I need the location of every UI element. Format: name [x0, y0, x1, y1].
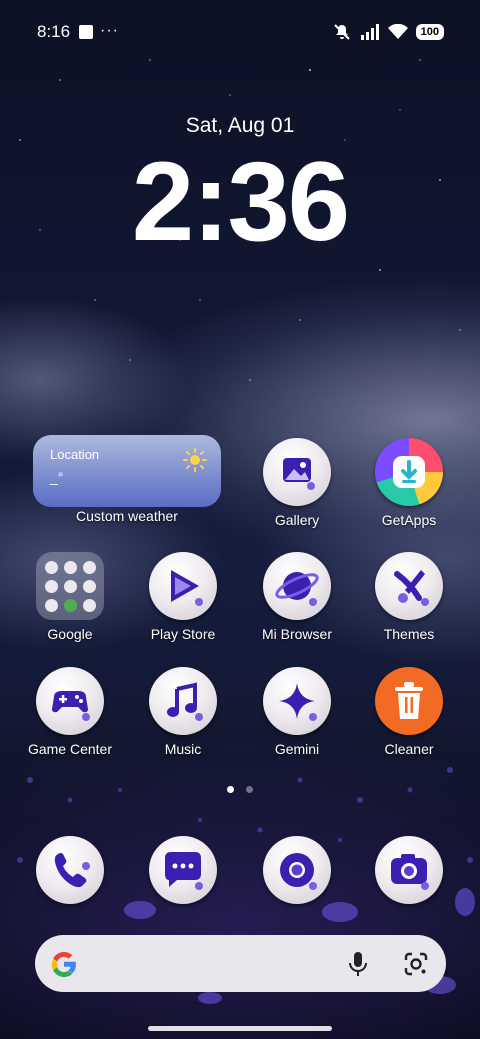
app-label: Themes: [383, 626, 435, 642]
music-icon: [149, 667, 217, 735]
signal-icon: [360, 24, 379, 40]
camera-icon: [375, 836, 443, 904]
gemini-icon: [263, 667, 331, 735]
app-gallery[interactable]: Gallery: [242, 438, 352, 528]
dock-camera[interactable]: [354, 836, 464, 904]
mute-vibrate-icon: [333, 24, 350, 40]
weather-temperature: _°: [50, 469, 64, 485]
play-store-icon: [149, 552, 217, 620]
app-cleaner[interactable]: Cleaner: [354, 667, 464, 757]
folder-google[interactable]: Google: [15, 552, 125, 642]
app-gemini[interactable]: Gemini: [242, 667, 352, 757]
browser-icon: [263, 552, 331, 620]
status-bar: 8:16 ··· 100: [0, 0, 480, 64]
app-label: Gallery: [274, 512, 320, 528]
wifi-icon: [387, 24, 408, 39]
app-label: Cleaner: [384, 741, 434, 757]
app-themes[interactable]: Themes: [354, 552, 464, 642]
weather-widget-label: Custom weather: [76, 508, 178, 524]
app-game-center[interactable]: Game Center: [15, 667, 125, 757]
sun-icon: [183, 448, 207, 472]
google-lens-icon[interactable]: [403, 951, 429, 977]
app-label: GetApps: [381, 512, 437, 528]
app-label: Google: [47, 626, 93, 642]
clock-widget[interactable]: 2:36: [0, 146, 480, 258]
gesture-navigation-bar[interactable]: [148, 1026, 332, 1031]
status-time: 8:16: [37, 22, 71, 41]
app-play-store[interactable]: Play Store: [128, 552, 238, 642]
dock-phone[interactable]: [15, 836, 125, 904]
trash-icon: [375, 667, 443, 735]
folder-icon: [36, 552, 104, 620]
microphone-icon[interactable]: [346, 950, 370, 978]
notification-icon: [79, 25, 93, 39]
app-getapps[interactable]: GetApps: [354, 438, 464, 528]
weather-location: Location: [50, 447, 100, 462]
app-label: Music: [164, 741, 202, 757]
dock-chrome[interactable]: [242, 836, 352, 904]
dock-messages[interactable]: [128, 836, 238, 904]
app-mi-browser[interactable]: Mi Browser: [242, 552, 352, 642]
page-indicator[interactable]: [0, 786, 480, 793]
page-dot: [246, 786, 253, 793]
google-search-bar[interactable]: [35, 935, 446, 992]
gamepad-icon: [36, 667, 104, 735]
date-text[interactable]: Sat, Aug 01: [0, 114, 480, 138]
messages-icon: [149, 836, 217, 904]
phone-icon: [36, 836, 104, 904]
app-music[interactable]: Music: [128, 667, 238, 757]
page-dot: [227, 786, 234, 793]
more-notifications-icon: ···: [100, 22, 119, 39]
themes-icon: [375, 552, 443, 620]
battery-indicator: 100: [415, 24, 444, 40]
app-label: Game Center: [27, 741, 113, 757]
chrome-icon: [263, 836, 331, 904]
gallery-icon: [263, 438, 331, 506]
app-label: Mi Browser: [261, 626, 332, 642]
getapps-icon: [375, 438, 443, 506]
app-label: Play Store: [150, 626, 216, 642]
app-label: Gemini: [274, 741, 320, 757]
weather-widget[interactable]: Location _°: [33, 435, 221, 507]
google-g-icon[interactable]: [47, 947, 81, 981]
